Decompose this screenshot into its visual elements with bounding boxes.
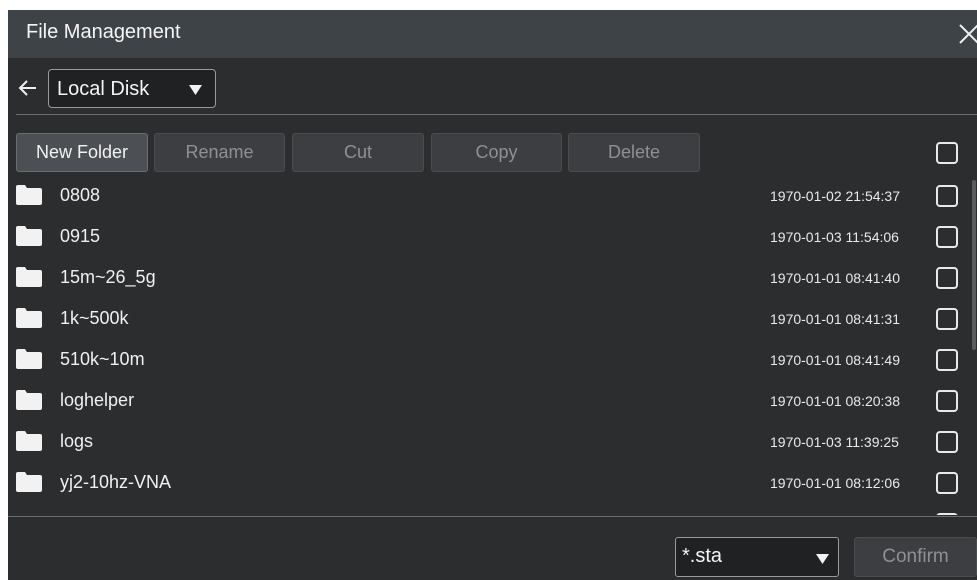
folder-icon (16, 308, 42, 328)
back-arrow-icon[interactable] (18, 78, 38, 98)
folder-icon (16, 431, 42, 451)
file-management-dialog: File Management Local Disk New Folder Re… (8, 10, 977, 580)
list-item[interactable]: 0915 1970-01-03 11:54:06 (8, 218, 968, 259)
file-name: yj2-10hz-VNA (60, 472, 172, 492)
new-folder-button[interactable]: New Folder (16, 133, 148, 172)
file-type-value: *.sta (682, 545, 723, 567)
title-bar: File Management (8, 10, 977, 58)
delete-button[interactable]: Delete (568, 133, 700, 172)
divider (16, 114, 977, 115)
scrollbar[interactable] (972, 180, 976, 350)
file-date: 1970-01-01 08:12:06 (770, 475, 900, 491)
file-name: loghelper (60, 390, 135, 410)
folder-icon (16, 390, 42, 410)
cut-button[interactable]: Cut (292, 133, 424, 172)
copy-button[interactable]: Copy (431, 133, 562, 172)
folder-icon (16, 185, 42, 205)
list-item[interactable]: 15m~26_5g 1970-01-01 08:41:40 (8, 259, 968, 300)
row-checkbox[interactable] (936, 226, 958, 248)
list-item[interactable]: 1k~500k 1970-01-01 08:41:31 (8, 300, 968, 341)
file-date: 1970-01-03 11:39:25 (770, 434, 899, 450)
list-item[interactable]: logs 1970-01-03 11:39:25 (8, 423, 968, 464)
row-checkbox[interactable] (936, 472, 958, 494)
close-icon[interactable] (958, 23, 977, 45)
list-item[interactable]: loghelper 1970-01-01 08:20:38 (8, 382, 968, 423)
select-all-checkbox[interactable] (936, 142, 958, 164)
divider (8, 516, 977, 517)
file-date: 1970-01-01 08:41:31 (770, 311, 900, 327)
row-checkbox[interactable] (936, 185, 958, 207)
row-checkbox[interactable] (936, 349, 958, 371)
file-list: 0808 1970-01-02 21:54:37 0915 1970-01-03… (8, 177, 977, 515)
folder-icon (16, 349, 42, 369)
folder-icon (16, 472, 42, 492)
file-date: 1970-01-01 08:41:40 (770, 270, 900, 286)
file-name: 0808 (60, 185, 101, 205)
rename-button[interactable]: Rename (154, 133, 285, 172)
row-checkbox[interactable] (936, 308, 958, 330)
file-date: 1970-01-03 11:54:06 (770, 229, 899, 245)
row-checkbox[interactable] (936, 513, 958, 515)
row-checkbox[interactable] (936, 267, 958, 289)
disk-dropdown-value: Local Disk (57, 78, 150, 100)
file-name: 510k~10m (60, 349, 145, 369)
file-date: 1970-01-01 08:41:49 (770, 352, 900, 368)
list-item[interactable]: 510k~10m 1970-01-01 08:41:49 (8, 341, 968, 382)
row-checkbox[interactable] (936, 390, 958, 412)
footer: *.sta Confirm (8, 518, 977, 580)
chevron-down-icon (189, 85, 202, 95)
file-date: 1970-01-02 21:54:37 (770, 188, 900, 204)
toolbar: New Folder Rename Cut Copy Delete (8, 133, 977, 173)
row-checkbox[interactable] (936, 431, 958, 453)
path-bar: Local Disk (8, 68, 977, 112)
disk-dropdown[interactable]: Local Disk (48, 69, 216, 108)
folder-icon (16, 226, 42, 246)
list-item-partial (8, 505, 968, 515)
file-name: 0915 (60, 226, 101, 246)
file-date: 1970-01-01 08:20:38 (770, 393, 900, 409)
file-name: logs (60, 431, 94, 451)
file-type-dropdown[interactable]: *.sta (675, 537, 839, 577)
confirm-button[interactable]: Confirm (854, 537, 977, 577)
file-icon (16, 513, 42, 515)
folder-icon (16, 267, 42, 287)
dialog-title: File Management (26, 21, 181, 43)
file-name: 1k~500k (60, 308, 129, 328)
file-name: 15m~26_5g (60, 267, 156, 287)
list-item[interactable]: yj2-10hz-VNA 1970-01-01 08:12:06 (8, 464, 968, 505)
chevron-down-icon (816, 554, 829, 564)
list-item[interactable]: 0808 1970-01-02 21:54:37 (8, 177, 968, 218)
